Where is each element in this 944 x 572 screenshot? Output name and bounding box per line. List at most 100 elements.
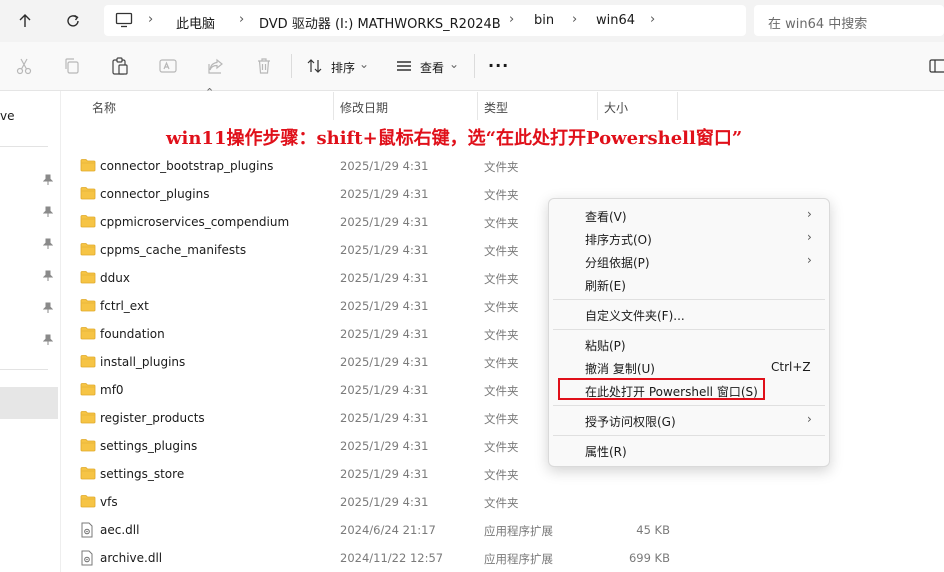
- column-divider[interactable]: [597, 92, 598, 120]
- column-header-name[interactable]: 名称: [92, 99, 116, 116]
- breadcrumb-item-dvd-drive[interactable]: DVD 驱动器 (I:) MATHWORKS_R2024B: [259, 13, 501, 32]
- sort-button-label[interactable]: 排序: [331, 59, 355, 76]
- menu-separator: [553, 329, 825, 330]
- nav-item-selected[interactable]: [0, 387, 58, 419]
- file-date: 2025/1/29 4:31: [340, 467, 429, 481]
- search-input[interactable]: 在 win64 中搜索: [754, 5, 944, 36]
- file-date: 2025/1/29 4:31: [340, 159, 429, 173]
- folder-icon: [80, 298, 96, 315]
- breadcrumb-item-win64[interactable]: win64: [596, 13, 635, 28]
- menu-item-grant-access[interactable]: 授予访问权限(G): [585, 413, 676, 430]
- folder-icon: [80, 466, 96, 483]
- search-placeholder: 在 win64 中搜索: [768, 17, 868, 32]
- folder-icon: [80, 494, 96, 511]
- sort-icon[interactable]: [305, 56, 325, 76]
- menu-item-undo-copy[interactable]: 撤消 复制(U): [585, 360, 655, 377]
- file-name: connector_plugins: [100, 187, 210, 201]
- file-type: 文件夹: [484, 496, 519, 510]
- breadcrumb-item-this-pc[interactable]: 此电脑: [176, 13, 215, 32]
- column-header-date[interactable]: 修改日期: [340, 99, 388, 116]
- file-name: settings_store: [100, 467, 185, 481]
- navigation-pane: ve: [0, 91, 61, 572]
- pin-icon: [42, 334, 54, 346]
- column-header-type[interactable]: 类型: [484, 99, 508, 116]
- file-row[interactable]: vfs 2025/1/29 4:31 文件夹: [72, 488, 672, 516]
- folder-icon: [80, 214, 96, 231]
- chevron-down-icon: ⌄: [359, 57, 370, 71]
- menu-item-view[interactable]: 查看(V): [585, 208, 627, 225]
- file-name: vfs: [100, 495, 118, 509]
- file-date: 2025/1/29 4:31: [340, 411, 429, 425]
- chevron-right-icon: ›: [807, 230, 812, 244]
- rename-icon[interactable]: [158, 56, 178, 76]
- breadcrumb-item-bin[interactable]: bin: [534, 13, 554, 28]
- menu-item-refresh[interactable]: 刷新(E): [585, 277, 626, 294]
- folder-icon: [80, 382, 96, 399]
- paste-icon[interactable]: [110, 56, 130, 76]
- menu-item-group-by[interactable]: 分组依据(P): [585, 254, 650, 271]
- file-row[interactable]: aec.dll 2024/6/24 21:17 应用程序扩展 45 KB: [72, 516, 672, 544]
- file-date: 2025/1/29 4:31: [340, 439, 429, 453]
- file-name: cppmicroservices_compendium: [100, 215, 290, 229]
- refresh-icon[interactable]: [61, 9, 85, 33]
- pin-icon: [42, 206, 54, 218]
- file-name: aec.dll: [100, 523, 140, 537]
- file-date: 2025/1/29 4:31: [340, 299, 429, 313]
- chevron-right-icon: ›: [572, 12, 578, 27]
- file-date: 2025/1/29 4:31: [340, 187, 429, 201]
- copy-icon[interactable]: [62, 56, 82, 76]
- column-divider[interactable]: [333, 92, 334, 120]
- sort-ascending-icon: ⌃: [205, 86, 215, 99]
- file-date: 2024/6/24 21:17: [340, 523, 436, 537]
- toolbar-divider: [474, 54, 475, 78]
- menu-item-sort-by[interactable]: 排序方式(O): [585, 231, 652, 248]
- file-name: cppms_cache_manifests: [100, 243, 247, 257]
- file-type: 应用程序扩展: [484, 524, 553, 538]
- dll-file-icon: [80, 522, 94, 541]
- file-row[interactable]: archive.dll 2024/11/22 12:57 应用程序扩展 699 KB: [72, 544, 672, 572]
- breadcrumb[interactable]: › 此电脑 › DVD 驱动器 (I:) MATHWORKS_R2024B › …: [104, 5, 746, 36]
- column-header-size[interactable]: 大小: [604, 99, 628, 116]
- pin-icon: [42, 174, 54, 186]
- file-name: register_products: [100, 411, 205, 425]
- file-date: 2025/1/29 4:31: [340, 327, 429, 341]
- nav-item-label[interactable]: ve: [0, 109, 14, 123]
- menu-separator: [553, 299, 825, 300]
- folder-icon: [80, 186, 96, 203]
- column-divider[interactable]: [477, 92, 478, 120]
- file-size: 699 KB: [628, 551, 670, 565]
- file-name: connector_bootstrap_plugins: [100, 159, 274, 173]
- highlight-box: [558, 378, 765, 400]
- file-type: 文件夹: [484, 272, 519, 286]
- file-name: ddux: [100, 271, 130, 285]
- file-type: 文件夹: [484, 440, 519, 454]
- menu-item-customize-folder[interactable]: 自定义文件夹(F)...: [585, 307, 685, 324]
- file-type: 文件夹: [484, 356, 519, 370]
- cut-icon[interactable]: [14, 56, 34, 76]
- file-date: 2025/1/29 4:31: [340, 495, 429, 509]
- view-icon[interactable]: [394, 56, 414, 76]
- file-type: 文件夹: [484, 468, 519, 482]
- file-type: 文件夹: [484, 328, 519, 342]
- menu-separator: [553, 435, 825, 436]
- chevron-down-icon: ⌄: [449, 57, 460, 71]
- file-row[interactable]: connector_bootstrap_plugins 2025/1/29 4:3…: [72, 152, 672, 180]
- annotation-text: win11操作步骤：shift+鼠标右键，选“在此处打开Powershell窗口…: [166, 128, 743, 149]
- column-divider[interactable]: [677, 92, 678, 120]
- share-icon[interactable]: [206, 56, 226, 76]
- folder-icon: [80, 326, 96, 343]
- up-arrow-icon[interactable]: [13, 9, 37, 33]
- file-type: 文件夹: [484, 216, 519, 230]
- details-pane-icon[interactable]: [929, 56, 944, 76]
- delete-icon[interactable]: [254, 56, 274, 76]
- file-name: mf0: [100, 383, 124, 397]
- file-date: 2025/1/29 4:31: [340, 355, 429, 369]
- file-type: 文件夹: [484, 384, 519, 398]
- more-options-button[interactable]: ···: [488, 56, 509, 75]
- file-date: 2024/11/22 12:57: [340, 551, 444, 565]
- view-button-label[interactable]: 查看: [420, 59, 444, 76]
- folder-icon: [80, 158, 96, 175]
- menu-item-paste[interactable]: 粘贴(P): [585, 337, 626, 354]
- menu-item-properties[interactable]: 属性(R): [585, 443, 627, 460]
- chevron-right-icon: ›: [239, 12, 245, 27]
